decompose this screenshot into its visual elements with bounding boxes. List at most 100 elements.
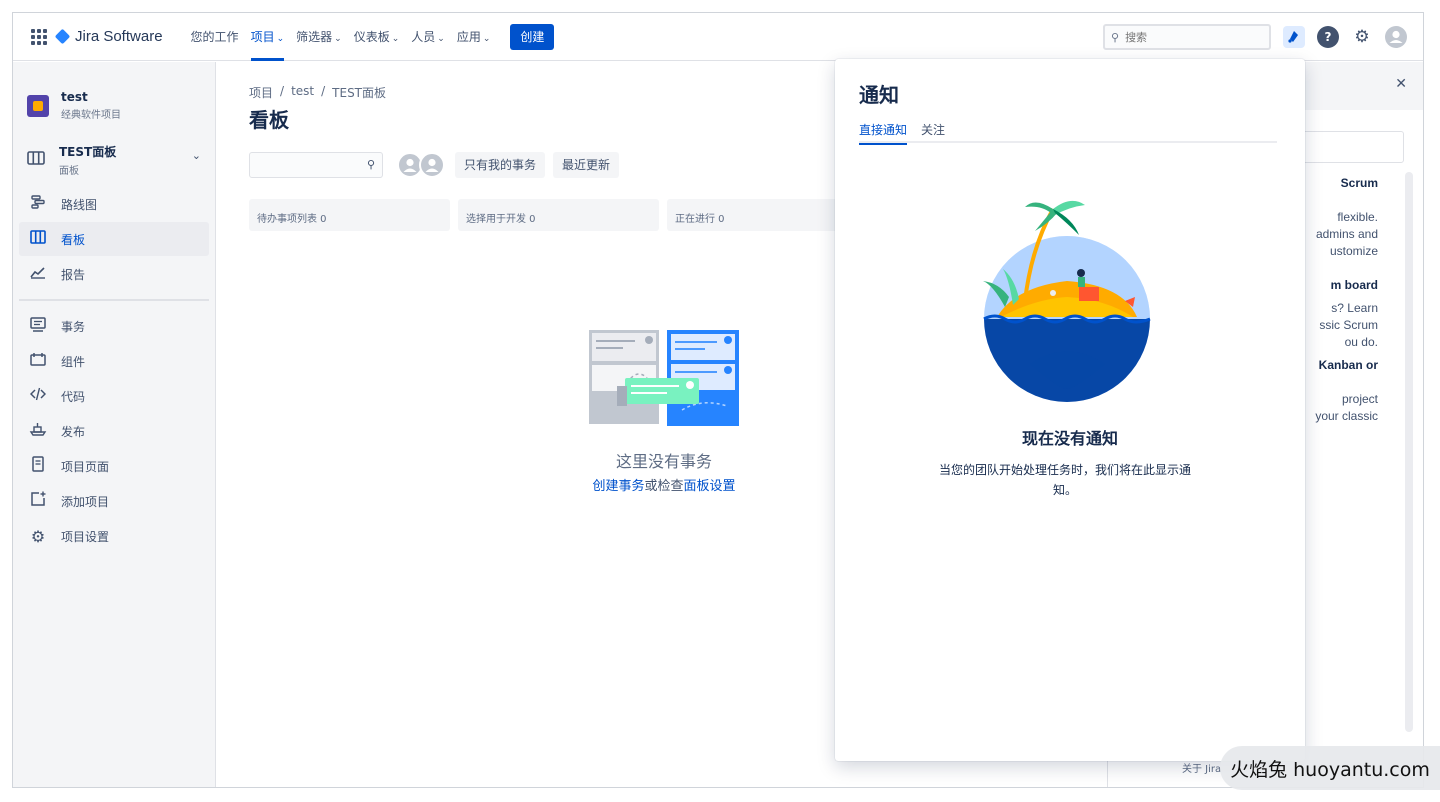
sidebar-item-project-settings[interactable]: ⚙ 项目设置 [19, 519, 209, 553]
project-name: test [61, 90, 88, 104]
sidebar-item-reports[interactable]: 报告 [19, 257, 209, 291]
tab-watching[interactable]: 关注 [921, 121, 945, 143]
sidebar-item-label: 项目设置 [61, 529, 110, 544]
board-column-header[interactable]: 选择用于开发 0 [458, 199, 659, 231]
sidebar-menu: 路线图 看板 报告 事务 组件 代码 发布 项目页面 添加项目 ⚙ 项目设置 [13, 187, 215, 553]
user-avatar[interactable] [1385, 26, 1407, 48]
sidebar-item-label: 项目页面 [61, 459, 110, 474]
sidebar-item-code[interactable]: 代码 [19, 379, 209, 413]
sidebar-item-label: 路线图 [61, 197, 98, 212]
help-icon[interactable]: ? [1317, 26, 1339, 48]
breadcrumb: 项目 / test / TEST面板 [249, 84, 386, 101]
breadcrumb-separator: / [280, 84, 285, 98]
nav-label: 人员 [411, 29, 436, 44]
chevron-down-icon: ⌄ [437, 33, 445, 44]
close-icon[interactable]: ✕ [1395, 76, 1407, 92]
create-issue-link[interactable]: 创建事务 [592, 479, 644, 494]
project-header[interactable]: test 经典软件项目 [13, 62, 215, 121]
nav-dashboards[interactable]: 仪表板 ⌄ [348, 13, 406, 61]
help-panel-scrollbar[interactable] [1405, 172, 1413, 732]
sidebar-divider [19, 299, 209, 301]
issues-icon [29, 316, 47, 336]
top-navigation: Jira Software 您的工作 项目 ⌄ 筛选器 ⌄ 仪表板 ⌄ 人员 ⌄ 应用 ⌄… [13, 13, 1423, 61]
project-info: test 经典软件项目 [61, 90, 121, 121]
reports-icon [29, 265, 47, 283]
sidebar-item-label: 看板 [61, 232, 86, 247]
add-item-icon [29, 491, 47, 511]
sidebar-item-board[interactable]: 看板 [19, 222, 209, 256]
jira-logo[interactable]: Jira Software [54, 28, 163, 45]
empty-board-title: 这里没有事务 [615, 452, 712, 471]
jira-diamond-icon [54, 28, 71, 45]
empty-board-illustration [589, 330, 739, 426]
project-type: 经典软件项目 [61, 110, 121, 121]
search-icon: ⚲ [1111, 30, 1120, 44]
sidebar-item-project-pages[interactable]: 项目页面 [19, 449, 209, 483]
about-jira-link[interactable]: 关于 Jira [1182, 760, 1221, 775]
settings-icon[interactable]: ⚙ [1351, 26, 1373, 48]
sidebar-item-releases[interactable]: 发布 [19, 414, 209, 448]
board-subtitle: 面板 [59, 166, 79, 177]
tab-direct[interactable]: 直接通知 [859, 121, 908, 145]
project-avatar [27, 94, 49, 117]
app-window: Jira Software 您的工作 项目 ⌄ 筛选器 ⌄ 仪表板 ⌄ 人员 ⌄ 应用 ⌄… [12, 12, 1424, 788]
empty-board-hint-text: 或检查 [644, 479, 684, 494]
no-notifications-title: 现在没有通知 [1021, 429, 1118, 448]
roadmap-icon [29, 195, 47, 213]
board-icon [29, 230, 47, 248]
app-switcher-icon[interactable] [31, 28, 47, 45]
board-selector[interactable]: TEST面板 面板 ⌄ [13, 143, 215, 177]
project-pages-icon [29, 456, 47, 476]
board-column-header[interactable]: 待办事项列表 0 [249, 199, 450, 231]
nav-label: 您的工作 [190, 29, 239, 44]
nav-label: 应用 [456, 29, 481, 44]
breadcrumb-project[interactable]: test [291, 84, 314, 101]
sidebar-item-add-item[interactable]: 添加项目 [19, 484, 209, 518]
notifications-panel: 通知 直接通知 关注 现在没有通知 当您的团队开始处理任务时，我们将在此显示通知… [835, 59, 1305, 761]
assignee-avatar[interactable] [419, 152, 445, 178]
board-settings-link[interactable]: 面板设置 [684, 479, 736, 494]
project-sidebar: test 经典软件项目 TEST面板 面板 ⌄ 路线图 看板 报告 事务 组件 … [13, 62, 216, 787]
nav-projects[interactable]: 项目 ⌄ [245, 13, 291, 61]
sidebar-item-label: 事务 [61, 319, 86, 334]
top-right-actions: ⚲ ? ⚙ [1103, 13, 1407, 61]
chevron-down-icon: ⌄ [391, 33, 400, 44]
page-title: 看板 [249, 108, 289, 132]
breadcrumb-projects[interactable]: 项目 [249, 84, 273, 101]
release-icon [29, 422, 47, 440]
notifications-icon[interactable] [1283, 26, 1305, 48]
board-name: TEST面板 [59, 145, 117, 159]
only-my-issues-filter[interactable]: 只有我的事务 [455, 152, 546, 178]
sidebar-item-roadmap[interactable]: 路线图 [19, 187, 209, 221]
chevron-down-icon: ⌄ [191, 149, 201, 162]
nav-items: 您的工作 项目 ⌄ 筛选器 ⌄ 仪表板 ⌄ 人员 ⌄ 应用 ⌄ 创建 [185, 13, 555, 61]
sidebar-item-label: 添加项目 [61, 494, 110, 509]
search-input[interactable] [1125, 30, 1256, 44]
sidebar-item-components[interactable]: 组件 [19, 344, 209, 378]
board-filters: ⚲ 只有我的事务 最近更新 [249, 152, 620, 178]
product-name: Jira Software [75, 28, 163, 45]
board-search-input[interactable]: ⚲ [249, 152, 383, 178]
board-columns: 待办事项列表 0 选择用于开发 0 正在进行 0 [249, 199, 876, 231]
assignee-avatars [397, 152, 445, 178]
sidebar-item-label: 组件 [61, 354, 86, 369]
notifications-tabs: 直接通知 关注 [859, 121, 1277, 145]
empty-board-hint: 创建事务或检查面板设置 [553, 475, 775, 494]
board-icon [27, 150, 49, 171]
sidebar-item-label: 代码 [61, 389, 86, 404]
nav-label: 仪表板 [353, 29, 390, 44]
breadcrumb-board[interactable]: TEST面板 [332, 84, 386, 101]
recently-updated-filter[interactable]: 最近更新 [553, 152, 620, 178]
create-button[interactable]: 创建 [510, 23, 555, 50]
nav-your-work[interactable]: 您的工作 [185, 13, 245, 61]
sidebar-item-issues[interactable]: 事务 [19, 309, 209, 343]
sidebar-item-label: 报告 [61, 267, 86, 282]
chevron-down-icon: ⌄ [334, 33, 342, 44]
nav-filters[interactable]: 筛选器 ⌄ [290, 13, 348, 61]
nav-people[interactable]: 人员 ⌄ [405, 13, 451, 61]
nav-label: 项目 [250, 29, 275, 44]
breadcrumb-separator: / [321, 84, 326, 98]
search-field[interactable]: ⚲ [1103, 24, 1271, 50]
nav-apps[interactable]: 应用 ⌄ [451, 13, 497, 61]
settings-icon: ⚙ [30, 526, 46, 546]
